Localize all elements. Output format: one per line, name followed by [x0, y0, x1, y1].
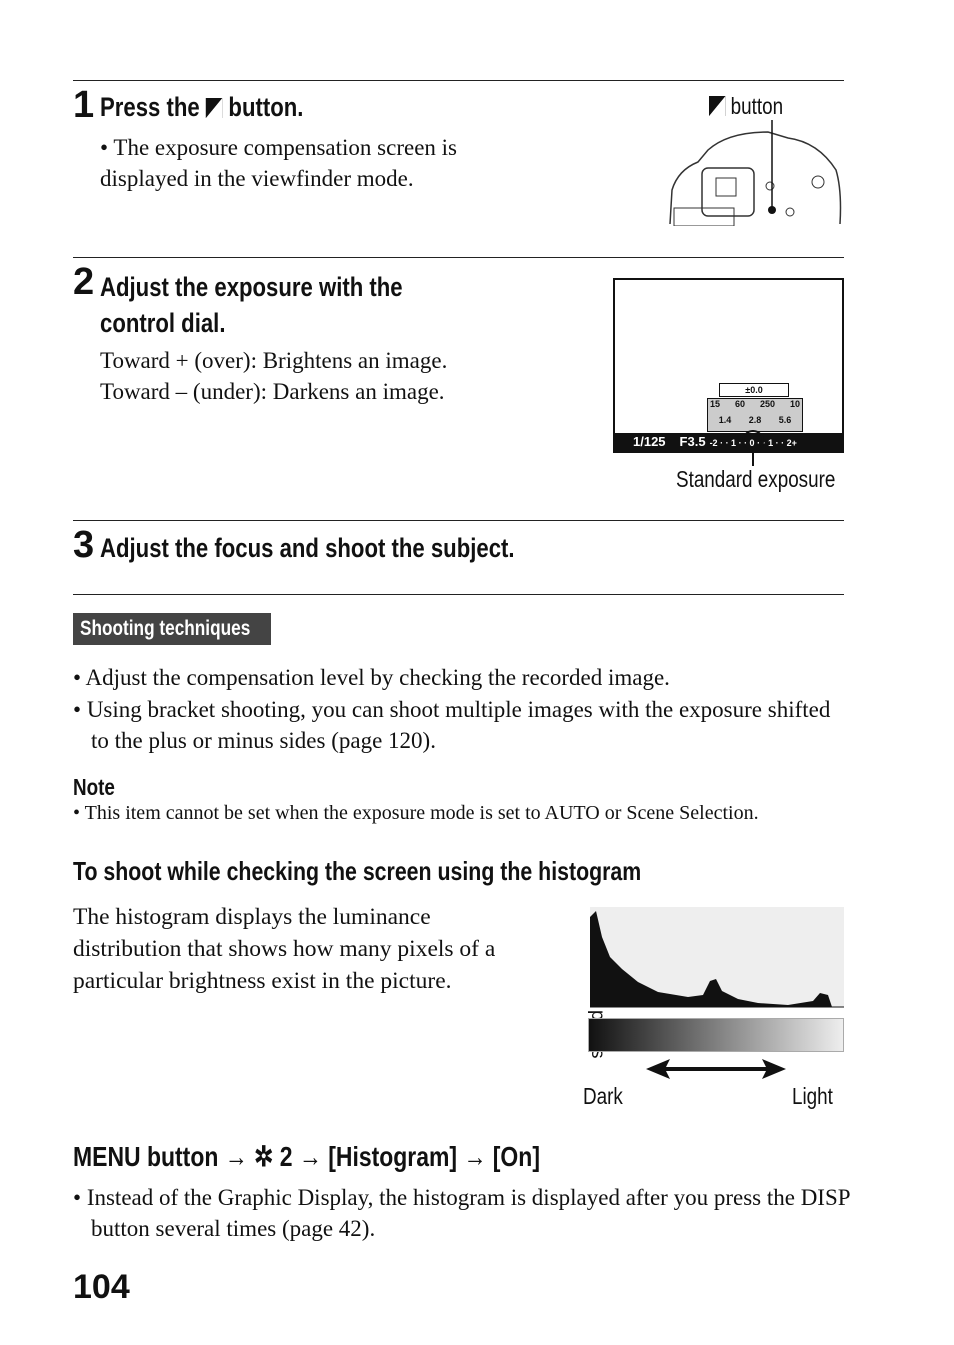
histogram-heading: To shoot while checking the screen using…	[73, 856, 642, 886]
note-label: Note	[73, 774, 115, 800]
divider	[73, 257, 844, 258]
step-number: 1	[73, 84, 95, 126]
divider	[73, 80, 844, 81]
arrow-icon: →	[298, 1141, 322, 1172]
description-line: Toward + (over): Brightens an image.	[100, 348, 448, 373]
histogram-text: The histogram displays the luminance dis…	[73, 904, 496, 994]
gear-icon: ✲	[254, 1141, 274, 1172]
menu-step: [On]	[492, 1141, 540, 1172]
step-title: Adjust the focus and shoot the subject.	[100, 533, 515, 563]
scale-value: 10	[789, 399, 800, 409]
arrow-icon: →	[224, 1141, 248, 1172]
divider	[73, 594, 844, 595]
camera-illustration	[669, 120, 842, 226]
list-item: • Using bracket shooting, you can shoot …	[73, 697, 831, 753]
step-number: 2	[73, 261, 95, 303]
note-text: • This item cannot be set when the expos…	[73, 802, 759, 824]
description-line: Toward – (under): Darkens an image.	[100, 379, 445, 404]
double-arrow-icon	[646, 1059, 786, 1079]
title-line: control dial.	[100, 308, 226, 338]
label-text: button	[730, 93, 784, 119]
bullet-text: The exposure compensation screen is disp…	[100, 135, 457, 191]
exposure-scale-box: 15 60 250 10 1.4 2.8 5.6	[707, 398, 803, 432]
step-bullet: • The exposure compensation screen is di…	[100, 135, 457, 191]
title-text: button.	[228, 92, 304, 122]
menu-step: [Histogram]	[328, 1141, 458, 1172]
shutter-speed: 1/125	[633, 434, 666, 449]
step-number: 3	[73, 524, 95, 566]
info-bar: 1/125 F3.5 -2 · · 1 · · 0 · · 1 · · 2+	[615, 433, 842, 451]
scale-value: 250	[759, 399, 775, 409]
shutter-scale: 15 60 250 10	[708, 399, 802, 409]
arrow-icon: →	[463, 1141, 487, 1172]
figure-label: Standard exposure	[676, 466, 836, 492]
title-text: Press the	[100, 92, 200, 122]
badge-text: Shooting techniques	[80, 617, 251, 640]
aperture-scale: 1.4 2.8 5.6	[708, 409, 802, 425]
menu-bullet: • Instead of the Graphic Display, the hi…	[73, 1185, 850, 1241]
page-number: 104	[73, 1268, 130, 1306]
luminance-gradient	[588, 1018, 844, 1052]
scale-value: 15	[710, 399, 721, 409]
title-line: Adjust the exposure with the	[100, 272, 403, 302]
figure-label: button	[709, 93, 783, 120]
light-label: Light	[792, 1083, 833, 1109]
techniques-list: • Adjust the compensation level by check…	[73, 662, 853, 756]
dark-label: Dark	[583, 1083, 623, 1109]
scale-value: 5.6	[778, 415, 792, 425]
standard-exposure-marker	[742, 430, 764, 452]
menu-step: 2	[279, 1141, 293, 1172]
ev-indicator: ±0.0	[719, 383, 789, 397]
manual-page: 1 Press the button. • The exposure compe…	[0, 0, 954, 1345]
exposure-compensation-icon	[205, 98, 223, 118]
aperture: F3.5	[679, 434, 706, 449]
scale-value: 2.8	[748, 415, 762, 425]
step-description: Toward + (over): Brightens an image. Towa…	[100, 345, 447, 407]
step-title: Press the button.	[100, 92, 303, 123]
bullet-text: Using bracket shooting, you can shoot mu…	[86, 697, 831, 753]
scale-value: 60	[734, 399, 745, 409]
techniques-badge: Shooting techniques	[73, 613, 271, 645]
list-item: • Adjust the compensation level by check…	[73, 665, 670, 690]
menu-step: MENU button	[73, 1141, 219, 1172]
menu-path: MENU button → ✲ 2 → [Histogram] → [On]	[73, 1140, 540, 1173]
bullet-text: Instead of the Graphic Display, the hist…	[86, 1185, 850, 1241]
bullet-text: Adjust the compensation level by checkin…	[85, 665, 670, 690]
divider	[73, 520, 844, 521]
leader-line	[752, 452, 754, 466]
scale-value: 1.4	[718, 415, 732, 425]
histogram-figure	[590, 907, 844, 1008]
note-body: This item cannot be set when the exposur…	[84, 802, 759, 824]
viewfinder-screen: ±0.0 15 60 250 10 1.4 2.8 5.6 1/125 F3.5 -2 · ·…	[613, 278, 844, 453]
step-title: Adjust the exposure with the control dial…	[100, 269, 403, 341]
exposure-compensation-icon	[709, 96, 726, 116]
